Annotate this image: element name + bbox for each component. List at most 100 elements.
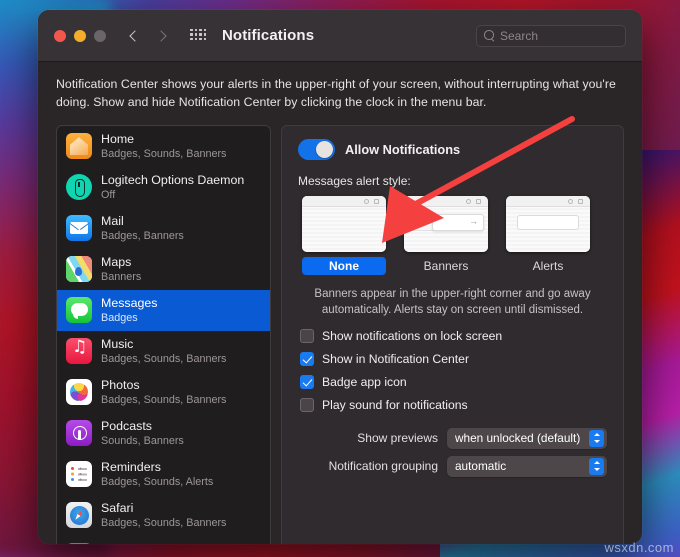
app-list-item-subtitle: Badges, Sounds, Banners [101, 393, 227, 406]
app-list-item-name: Safari [101, 500, 134, 515]
app-list-item-name: Podcasts [101, 418, 152, 433]
photos-app-icon [66, 379, 92, 406]
app-list-item[interactable]: Home Badges, Sounds, Banners [57, 126, 270, 167]
checkbox-row[interactable]: Show in Notification Center [298, 351, 607, 366]
window-titlebar: Notifications [38, 10, 642, 62]
notification-checkbox-list: Show notifications on lock screen Show in… [298, 328, 607, 421]
app-list-item[interactable]: Screen Time [57, 536, 270, 544]
app-list-item[interactable]: Reminders Badges, Sounds, Alerts [57, 454, 270, 495]
thumb-banner-shape [432, 213, 484, 231]
app-list-item-text: Photos Badges, Sounds, Banners [101, 378, 226, 407]
app-list-item-text: Home Badges, Sounds, Banners [101, 132, 226, 161]
maps-app-icon [66, 256, 92, 283]
checkbox-label: Play sound for notifications [322, 397, 468, 412]
allow-notifications-label: Allow Notifications [345, 141, 461, 157]
alert-style-label: Messages alert style: [298, 173, 411, 188]
app-list-item-name: Mail [101, 213, 124, 228]
alert-style-none-thumbnail [302, 195, 386, 252]
thumb-titlebar [404, 195, 488, 207]
checkbox-label: Show in Notification Center [322, 351, 469, 366]
alert-style-alerts-label: Alerts [532, 258, 564, 273]
chevron-updown-icon[interactable] [589, 429, 604, 447]
alert-style-banners[interactable]: Banners [404, 195, 488, 275]
show-all-grid-icon[interactable] [190, 28, 206, 43]
chevron-updown-icon[interactable] [589, 457, 604, 475]
app-list-item-name: Photos [101, 377, 140, 392]
app-list-item[interactable]: Safari Badges, Sounds, Banners [57, 495, 270, 536]
intro-description: Notification Center shows your alerts in… [56, 77, 616, 109]
app-list[interactable]: Home Badges, Sounds, Banners Logitech Opti… [56, 124, 271, 544]
thumb-titlebar [506, 195, 590, 207]
app-list-item[interactable]: Logitech Options Daemon Off [57, 167, 270, 208]
app-list-item-subtitle: Badges, Sounds, Banners [101, 147, 227, 160]
alert-style-alerts[interactable]: Alerts [506, 195, 590, 275]
app-list-item-subtitle: Banners [101, 270, 142, 283]
app-list-item-subtitle: Badges, Banners [101, 229, 184, 242]
reminders-app-icon [66, 461, 92, 488]
app-list-item-text: Logitech Options Daemon Off [101, 173, 244, 202]
back-chevron-icon[interactable] [128, 30, 140, 42]
app-list-item[interactable]: Mail Badges, Banners [57, 208, 270, 249]
popup-value: when unlocked (default) [455, 431, 581, 446]
system-preferences-window: Notifications Notification Center shows … [38, 10, 642, 544]
popup-dropdown[interactable]: when unlocked (default) [447, 427, 607, 449]
checkbox-icon[interactable] [300, 397, 314, 412]
app-list-item-subtitle: Badges, Sounds, Alerts [101, 475, 214, 488]
allow-notifications-row: Allow Notifications [298, 138, 607, 160]
checkbox-row[interactable]: Show notifications on lock screen [298, 328, 607, 343]
home-app-icon [66, 133, 92, 160]
forward-chevron-icon[interactable] [156, 30, 168, 42]
alert-style-banners-label: Banners [423, 258, 469, 273]
thumb-menu-icon [476, 198, 481, 204]
app-list-item-text: Reminders Badges, Sounds, Alerts [101, 460, 213, 489]
popup-dropdown[interactable]: automatic [447, 455, 607, 477]
notification-settings-pane: Allow Notifications Messages alert style… [281, 124, 624, 544]
app-list-item[interactable]: Messages Badges [57, 289, 270, 331]
search-field[interactable] [476, 24, 626, 47]
app-list-item-name: Logitech Options Daemon [101, 172, 245, 187]
app-list-item[interactable]: MusicBadges, Sounds, Banners [57, 331, 270, 372]
app-list-item-text: Podcasts Sounds, Banners [101, 419, 184, 448]
alert-style-none-label: None [302, 256, 386, 275]
alert-style-alerts-thumbnail [506, 195, 590, 252]
app-list-item-subtitle: Badges, Sounds, Banners [101, 352, 227, 365]
app-list-item[interactable]: Maps Banners [57, 249, 270, 290]
zoom-button[interactable] [94, 29, 106, 42]
search-input[interactable] [500, 28, 618, 43]
app-list-item-text: Maps Banners [101, 255, 141, 284]
app-list-item[interactable]: Podcasts Sounds, Banners [57, 413, 270, 454]
checkbox-icon[interactable] [300, 351, 314, 366]
checkbox-row[interactable]: Badge app icon [298, 374, 607, 389]
checkbox-label: Badge app icon [322, 374, 407, 389]
notification-popup-list: Show previews when unlocked (default) Noti… [298, 421, 607, 477]
app-list-item-text: Music Badges, Sounds, Banners [101, 337, 226, 366]
thumb-search-icon [568, 198, 573, 204]
screen-time-icon [66, 543, 92, 544]
safari-app-icon [66, 502, 92, 529]
desktop-wallpaper: Notifications Notification Center shows … [0, 0, 680, 557]
checkbox-row[interactable]: Play sound for notifications [298, 397, 607, 412]
app-list-item-name: Maps [101, 254, 132, 269]
checkbox-icon[interactable] [300, 328, 314, 343]
popup-value: automatic [455, 459, 507, 474]
alert-style-options: None B [298, 195, 607, 275]
app-list-item[interactable]: Photos Badges, Sounds, Banners [57, 372, 270, 413]
allow-notifications-toggle[interactable] [298, 138, 335, 160]
podcasts-app-icon [66, 420, 92, 447]
watermark-text: wsxdn.com [604, 540, 674, 555]
music-app-icon [66, 338, 92, 365]
content-panes: Home Badges, Sounds, Banners Logitech Opti… [56, 124, 624, 544]
alert-style-none[interactable]: None [302, 195, 386, 275]
thumb-menu-icon [374, 198, 379, 204]
app-list-item-subtitle: Badges, Sounds, Banners [101, 516, 227, 529]
mail-app-icon [66, 215, 92, 242]
minimize-button[interactable] [74, 29, 86, 42]
app-list-item-subtitle: Badges [101, 311, 138, 324]
app-list-item-name: Music [101, 336, 134, 351]
app-list-item-name: Home [101, 131, 135, 146]
thumb-menu-icon [578, 198, 583, 204]
alert-style-banners-thumbnail [404, 195, 488, 252]
close-button[interactable] [54, 29, 66, 42]
app-list-item-text: Messages Badges [101, 296, 157, 325]
checkbox-icon[interactable] [300, 374, 314, 389]
